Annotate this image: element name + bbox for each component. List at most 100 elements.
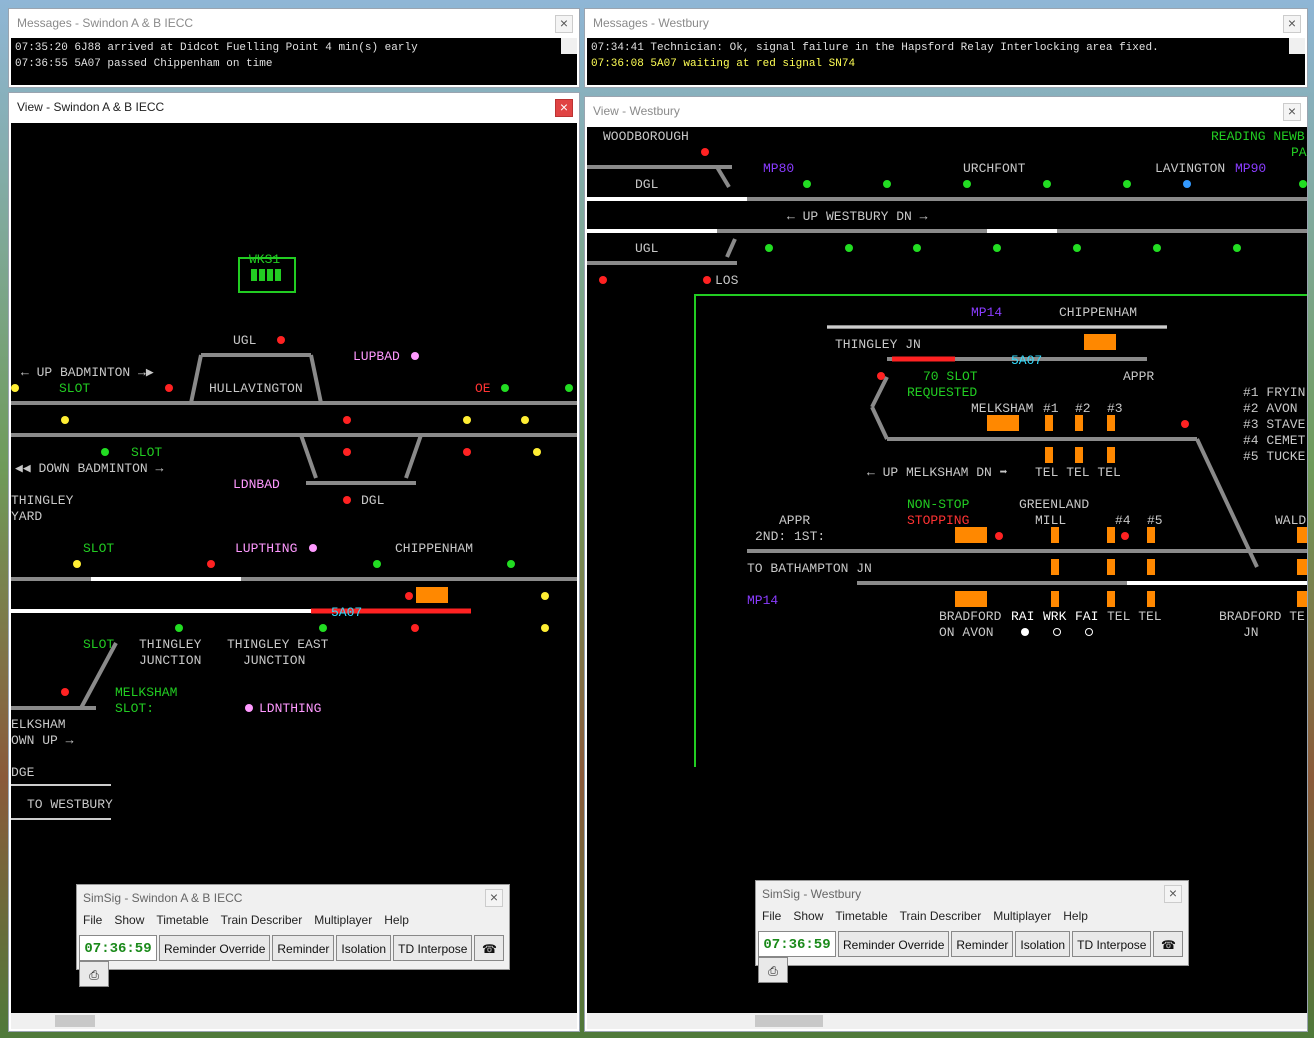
signal[interactable] (913, 244, 921, 252)
signal[interactable] (599, 276, 607, 284)
signal[interactable] (61, 688, 69, 696)
menu-timetable[interactable]: Timetable (835, 909, 887, 923)
menu-show[interactable]: Show (114, 913, 144, 927)
signal[interactable] (703, 276, 711, 284)
signal[interactable] (1183, 180, 1191, 188)
signal[interactable] (1043, 180, 1051, 188)
signal[interactable] (277, 336, 285, 344)
signal[interactable] (319, 624, 327, 632)
close-icon[interactable]: × (1283, 15, 1301, 33)
signal[interactable] (411, 352, 419, 360)
signal[interactable] (411, 624, 419, 632)
menu-show[interactable]: Show (793, 909, 823, 923)
signal[interactable] (1123, 180, 1131, 188)
signal[interactable] (541, 592, 549, 600)
scrollbar[interactable] (561, 38, 577, 54)
signal[interactable] (165, 384, 173, 392)
td-interpose-button[interactable]: TD Interpose (393, 935, 473, 961)
signal[interactable] (101, 448, 109, 456)
close-icon[interactable]: × (555, 15, 573, 33)
signal[interactable] (405, 592, 413, 600)
signal[interactable] (803, 180, 811, 188)
signal[interactable] (877, 372, 885, 380)
reminder-button[interactable]: Reminder (951, 931, 1014, 957)
signal[interactable] (1233, 244, 1241, 252)
close-icon[interactable]: × (555, 99, 573, 117)
isolation-button[interactable]: Isolation (336, 935, 392, 961)
menu-multiplayer[interactable]: Multiplayer (993, 909, 1051, 923)
signal[interactable] (463, 416, 471, 424)
scrollbar-thumb[interactable] (55, 1015, 95, 1027)
isolation-button[interactable]: Isolation (1015, 931, 1071, 957)
to-bathampton-label: TO BATHAMPTON JN (747, 561, 872, 576)
horizontal-scrollbar[interactable] (11, 1013, 577, 1029)
signal[interactable] (1299, 180, 1307, 188)
signal[interactable] (1153, 244, 1161, 252)
printer-icon[interactable]: ⎙ (758, 957, 788, 983)
menu-file[interactable]: File (762, 909, 781, 923)
scrollbar[interactable] (1289, 38, 1305, 54)
signal[interactable] (61, 416, 69, 424)
wks-label: WKS1 (249, 252, 281, 267)
td-interpose-button[interactable]: TD Interpose (1072, 931, 1152, 957)
mp80-label: MP80 (763, 161, 795, 176)
signal[interactable] (995, 532, 1003, 540)
signal[interactable] (1121, 532, 1129, 540)
reminder-override-button[interactable]: Reminder Override (159, 935, 271, 961)
signal[interactable] (993, 244, 1001, 252)
signal[interactable] (175, 624, 183, 632)
train-description[interactable]: 5A07 (331, 606, 362, 620)
signal[interactable] (1073, 244, 1081, 252)
signal[interactable] (701, 148, 709, 156)
signal[interactable] (373, 560, 381, 568)
signal[interactable] (565, 384, 573, 392)
reminder-button[interactable]: Reminder (272, 935, 335, 961)
legend-line: #3 STAVE (1243, 417, 1306, 432)
printer-icon[interactable]: ⎙ (79, 961, 109, 987)
signal[interactable] (463, 448, 471, 456)
signal[interactable] (245, 704, 253, 712)
phone-icon[interactable]: ☎ (1153, 931, 1184, 957)
signal[interactable] (507, 560, 515, 568)
signal[interactable] (883, 180, 891, 188)
signal[interactable] (541, 624, 549, 632)
messages-window-left: Messages - Swindon A & B IECC × 07:35:20… (8, 8, 580, 88)
simsig-control-right: SimSig - Westbury × File Show Timetable Tra… (755, 880, 1189, 983)
menu-file[interactable]: File (83, 913, 102, 927)
menu-help[interactable]: Help (1063, 909, 1088, 923)
horizontal-scrollbar[interactable] (587, 1013, 1307, 1029)
close-icon[interactable]: × (1283, 103, 1301, 121)
signal[interactable] (343, 496, 351, 504)
berth-label: 2ND: 1ST: (755, 529, 826, 544)
signal[interactable] (533, 448, 541, 456)
signal-panel[interactable]: WKS1 UGL LUPBAD ← UP BADMINTON →▶ SLOT H… (11, 123, 577, 1013)
menu-train-describer[interactable]: Train Describer (900, 909, 982, 923)
signal[interactable] (501, 384, 509, 392)
window-title: Messages - Westbury (585, 9, 1307, 37)
phone-icon[interactable]: ☎ (474, 935, 505, 961)
signal[interactable] (309, 544, 317, 552)
close-icon[interactable]: × (485, 889, 503, 907)
close-icon[interactable]: × (1164, 885, 1182, 903)
signal[interactable] (343, 448, 351, 456)
signal[interactable] (73, 560, 81, 568)
chippenham-label: CHIPPENHAM (1059, 305, 1138, 320)
window-title: SimSig - Westbury (762, 887, 862, 901)
signal[interactable] (765, 244, 773, 252)
menu-timetable[interactable]: Timetable (156, 913, 208, 927)
signal[interactable] (521, 416, 529, 424)
train-description[interactable]: 5A07 (1011, 354, 1042, 368)
fai-label: FAI (1075, 609, 1099, 624)
signal[interactable] (343, 416, 351, 424)
bradford-jn-label: BRADFORD TE (1219, 609, 1305, 624)
menu-help[interactable]: Help (384, 913, 409, 927)
menu-train-describer[interactable]: Train Describer (221, 913, 303, 927)
reminder-override-button[interactable]: Reminder Override (838, 931, 950, 957)
signal[interactable] (207, 560, 215, 568)
signal[interactable] (963, 180, 971, 188)
signal[interactable] (1181, 420, 1189, 428)
scrollbar-thumb[interactable] (755, 1015, 823, 1027)
signal[interactable] (845, 244, 853, 252)
signal[interactable] (11, 384, 19, 392)
menu-multiplayer[interactable]: Multiplayer (314, 913, 372, 927)
